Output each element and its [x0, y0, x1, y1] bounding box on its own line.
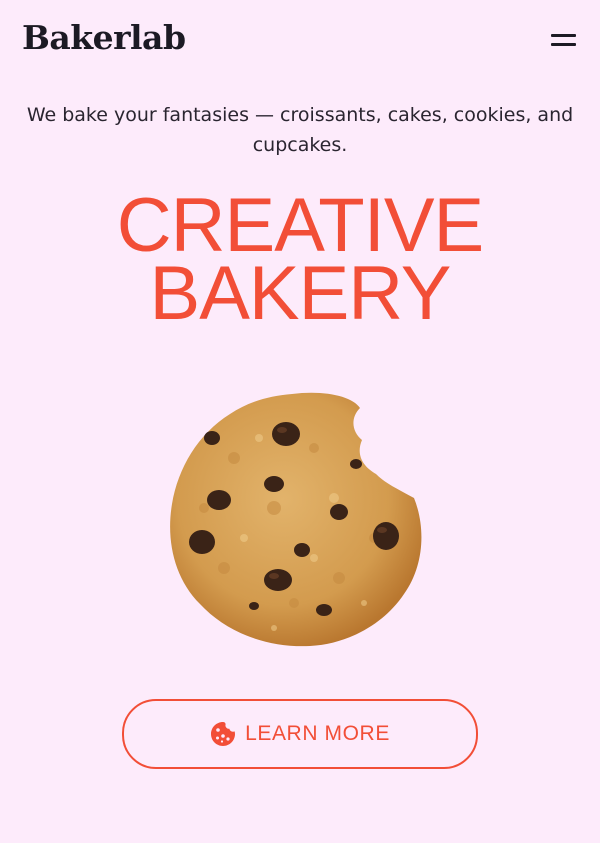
- site-header: Bakerlab: [0, 0, 600, 80]
- hero-title-line-1: CREATIVE: [116, 183, 484, 268]
- logo[interactable]: Bakerlab: [22, 16, 186, 60]
- learn-more-label: LEARN MORE: [245, 722, 390, 745]
- menu-button[interactable]: [548, 30, 580, 52]
- hero-title: CREATIVE BAKERY: [0, 183, 600, 336]
- cookie-image: [164, 388, 428, 650]
- learn-more-button[interactable]: LEARN MORE: [122, 699, 478, 769]
- hero-title-line-2: BAKERY: [149, 251, 452, 336]
- tagline: We bake your fantasies — croissants, cak…: [26, 104, 574, 156]
- cookie-icon: [211, 722, 236, 746]
